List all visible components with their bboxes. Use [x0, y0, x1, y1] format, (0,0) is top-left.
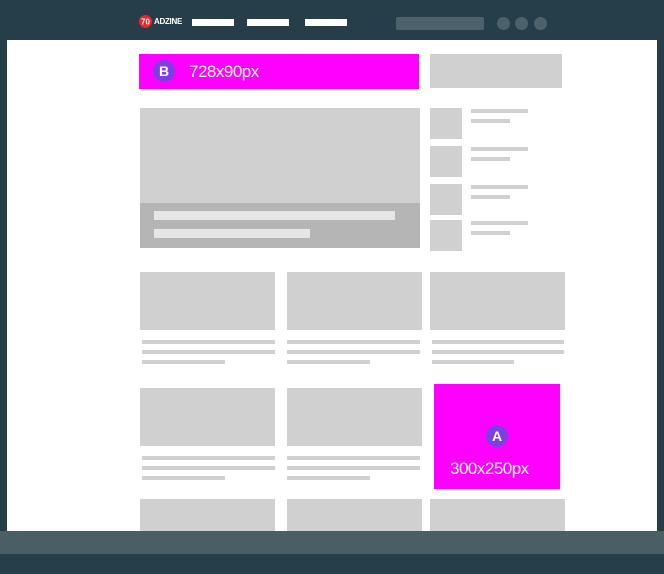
search-input[interactable]	[396, 17, 484, 30]
sidebar-text-line	[471, 147, 528, 151]
card-text-line	[432, 360, 514, 364]
circle-icon[interactable]	[497, 17, 510, 30]
card-image-placeholder[interactable]	[287, 388, 422, 446]
hero-image-placeholder[interactable]	[140, 108, 420, 203]
card-text-line	[432, 350, 564, 354]
ad-size-label: 728x90px	[189, 62, 259, 81]
card-text-line	[287, 340, 420, 344]
nav-link-1[interactable]	[192, 19, 234, 26]
brand-name: ADZINE	[154, 16, 182, 26]
header-side-placeholder	[430, 54, 562, 88]
card-text-line	[142, 350, 275, 354]
sidebar-text-line	[471, 185, 528, 189]
sidebar-text-line	[471, 119, 510, 123]
medium-rectangle-ad-slot[interactable]: A 300x250px	[434, 384, 560, 489]
card-text-line	[142, 456, 275, 460]
circle-icon[interactable]	[515, 17, 528, 30]
card-image-placeholder[interactable]	[287, 499, 422, 531]
hero-subtitle-line	[154, 229, 310, 238]
sidebar-text-line	[471, 195, 510, 199]
hero-caption	[140, 203, 420, 248]
card-image-placeholder[interactable]	[140, 388, 275, 446]
browser-bottom-bar	[0, 554, 664, 574]
card-text-line	[142, 466, 275, 470]
sidebar-text-line	[471, 221, 528, 225]
page-footer	[0, 531, 664, 554]
hero-title-line	[154, 211, 395, 220]
nav-link-2[interactable]	[247, 19, 289, 26]
site-logo[interactable]: 70 ADZINE	[139, 14, 182, 28]
sidebar-text-line	[471, 231, 510, 235]
card-image-placeholder[interactable]	[140, 272, 275, 330]
sidebar-thumbnail[interactable]	[430, 184, 462, 215]
logo-mark-icon: 70	[139, 14, 152, 28]
svg-text:70: 70	[141, 17, 150, 26]
card-text-line	[287, 360, 370, 364]
ad-badge: B	[153, 60, 175, 82]
card-text-line	[142, 340, 275, 344]
circle-icon[interactable]	[534, 17, 547, 30]
sidebar-text-line	[471, 109, 528, 113]
card-text-line	[287, 456, 420, 460]
card-image-placeholder[interactable]	[287, 272, 422, 330]
sidebar-thumbnail[interactable]	[430, 108, 462, 139]
card-text-line	[142, 476, 225, 480]
card-text-line	[287, 350, 420, 354]
card-image-placeholder[interactable]	[430, 272, 565, 330]
card-text-line	[287, 466, 420, 470]
top-navigation-bar: 70 ADZINE	[0, 0, 664, 40]
card-text-line	[287, 476, 370, 480]
card-text-line	[432, 340, 564, 344]
sidebar-thumbnail[interactable]	[430, 220, 462, 251]
sidebar-thumbnail[interactable]	[430, 146, 462, 177]
sidebar-text-line	[471, 157, 510, 161]
ad-badge: A	[486, 425, 508, 447]
card-image-placeholder[interactable]	[430, 499, 565, 531]
card-image-placeholder[interactable]	[140, 499, 275, 531]
leaderboard-ad-slot[interactable]: B 728x90px	[139, 54, 419, 89]
nav-link-3[interactable]	[305, 19, 347, 26]
card-text-line	[142, 360, 225, 364]
ad-size-label: 300x250px	[450, 459, 529, 478]
